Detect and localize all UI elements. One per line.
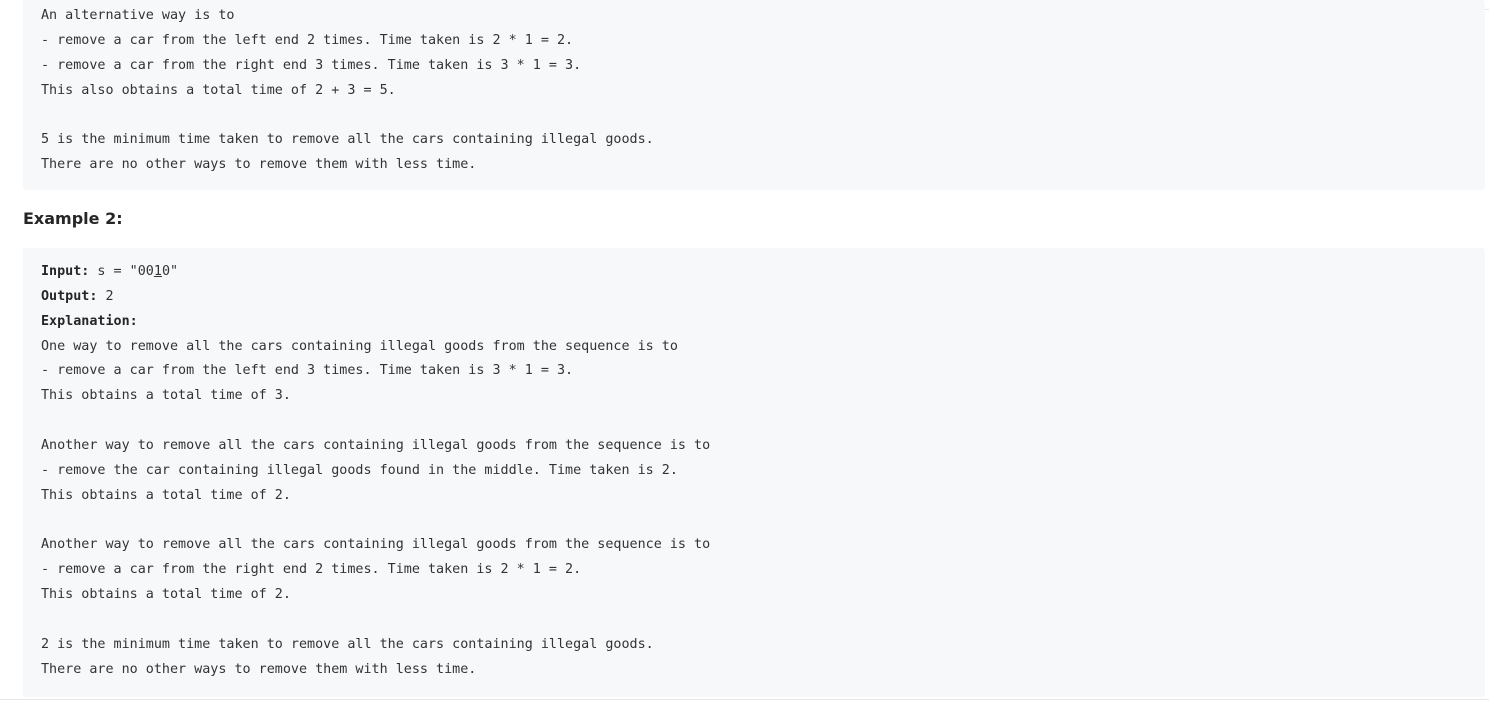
code-line: This obtains a total time of 3. [41,388,291,404]
code-line: - remove a car from the right end 2 time… [41,562,582,578]
code-line: 5 is the minimum time taken to remove al… [41,132,654,148]
code-line: - remove a car from the left end 3 times… [41,363,574,379]
example-2-heading: Example 2: [23,209,123,228]
input-value-prefix: s = "00 [89,264,154,279]
code-line: This obtains a total time of 2. [41,487,291,503]
output-label: Output: [41,288,98,304]
code-line: - remove the car containing illegal good… [41,462,678,478]
code-line: An alternative way is to [41,8,235,23]
explanation-label: Explanation: [41,313,138,329]
example-1-code-block: An alternative way is to - remove a car … [23,0,1485,190]
explanation-line: Explanation: [41,310,1485,335]
code-line: There are no other ways to remove them w… [41,661,477,677]
code-line: 2 is the minimum time taken to remove al… [41,636,654,652]
input-value-highlight: 1 [153,264,162,279]
output-line: Output: 2 [41,285,1485,310]
code-line: Another way to remove all the cars conta… [41,537,711,553]
code-line: This also obtains a total time of 2 + 3 … [41,82,396,98]
code-line: Another way to remove all the cars conta… [41,437,711,453]
code-line: - remove a car from the left end 2 times… [41,32,574,48]
input-value-suffix: 0" [161,264,179,279]
input-line: Input: s = "0010" [41,260,1485,285]
input-label: Input: [41,264,90,279]
example-2-code-block: Input: s = "0010" Output: 2 Explanation:… [23,248,1485,697]
code-line: There are no other ways to remove them w… [41,157,477,173]
code-line: One way to remove all the cars containin… [41,338,678,354]
bottom-divider [0,699,1489,700]
code-line: - remove a car from the right end 3 time… [41,57,582,73]
output-value: 2 [97,288,114,304]
code-line: This obtains a total time of 2. [41,586,291,602]
